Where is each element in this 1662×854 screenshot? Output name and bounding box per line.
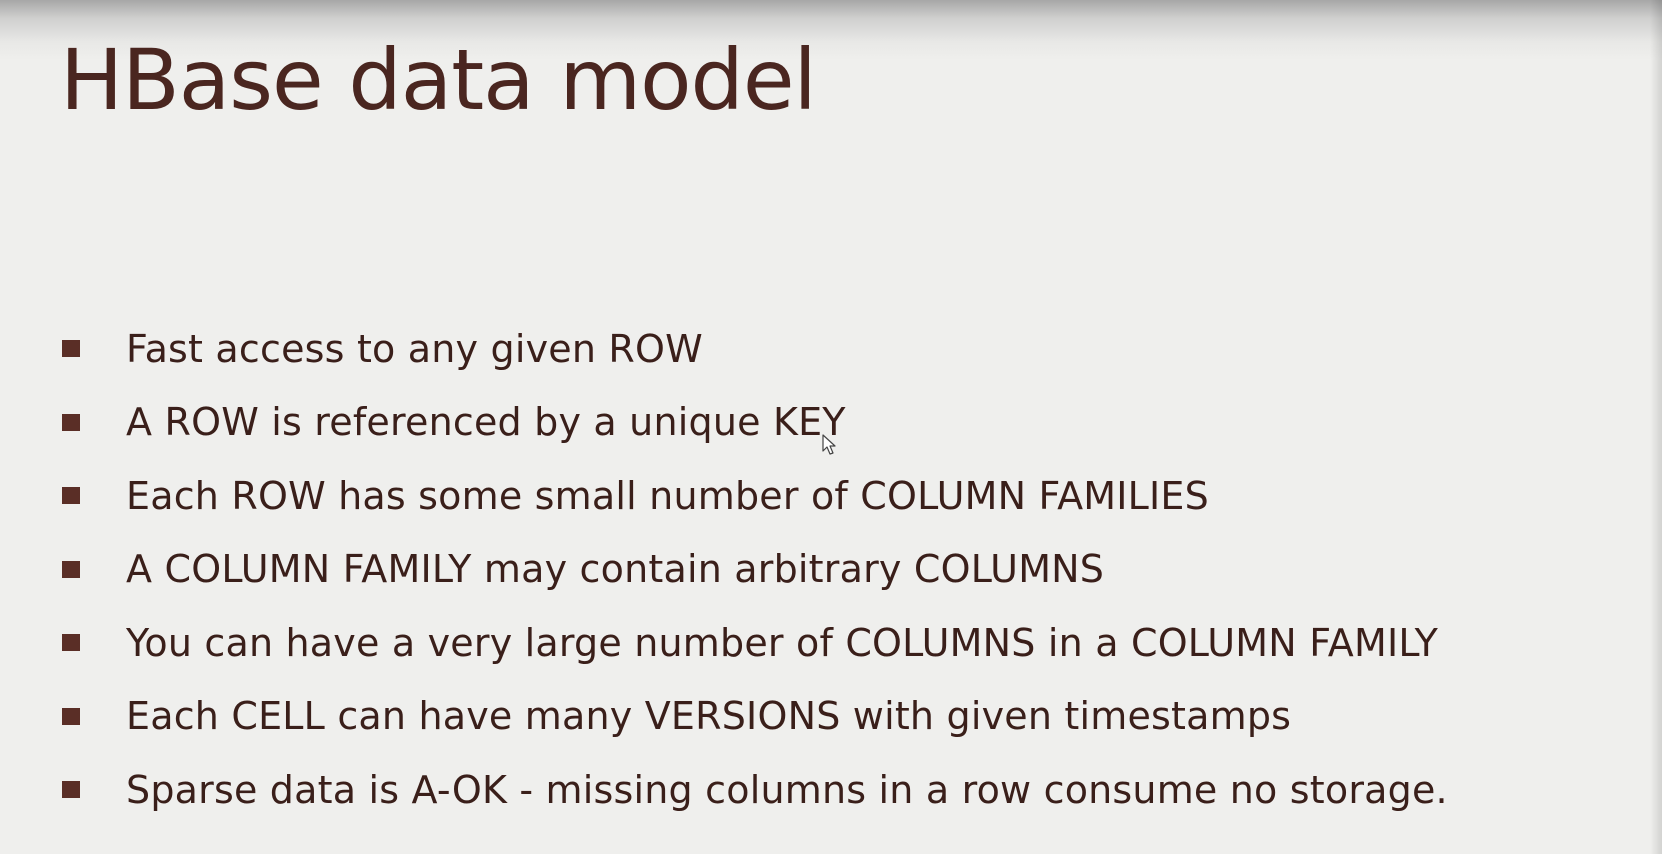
square-bullet-icon (62, 340, 80, 358)
bullet-text: Sparse data is A-OK - missing columns in… (126, 767, 1448, 812)
bullet-text: You can have a very large number of COLU… (126, 620, 1439, 665)
presentation-slide: HBase data model Fast access to any give… (0, 0, 1662, 854)
square-bullet-icon (62, 707, 80, 725)
bullet-item: You can have a very large number of COLU… (62, 606, 1448, 680)
bullet-item: A COLUMN FAMILY may contain arbitrary CO… (62, 533, 1448, 607)
bullet-text: A ROW is referenced by a unique KEY (126, 400, 846, 445)
bullet-item: Each ROW has some small number of COLUMN… (62, 459, 1448, 533)
square-bullet-icon (62, 634, 80, 652)
square-bullet-icon (62, 487, 80, 505)
bullet-list: Fast access to any given ROW A ROW is re… (62, 312, 1448, 827)
square-bullet-icon (62, 781, 80, 799)
bullet-item: Each CELL can have many VERSIONS with gi… (62, 680, 1448, 754)
bullet-text: Fast access to any given ROW (126, 326, 703, 371)
square-bullet-icon (62, 413, 80, 431)
bullet-text: Each ROW has some small number of COLUMN… (126, 473, 1209, 518)
bullet-item: Fast access to any given ROW (62, 312, 1448, 386)
slide-title: HBase data model (60, 31, 817, 129)
bullet-text: Each CELL can have many VERSIONS with gi… (126, 694, 1292, 739)
bullet-text: A COLUMN FAMILY may contain arbitrary CO… (126, 547, 1105, 592)
square-bullet-icon (62, 560, 80, 578)
bullet-item: A ROW is referenced by a unique KEY (62, 386, 1448, 460)
bullet-item: Sparse data is A-OK - missing columns in… (62, 753, 1448, 827)
mouse-pointer-icon (822, 434, 836, 455)
